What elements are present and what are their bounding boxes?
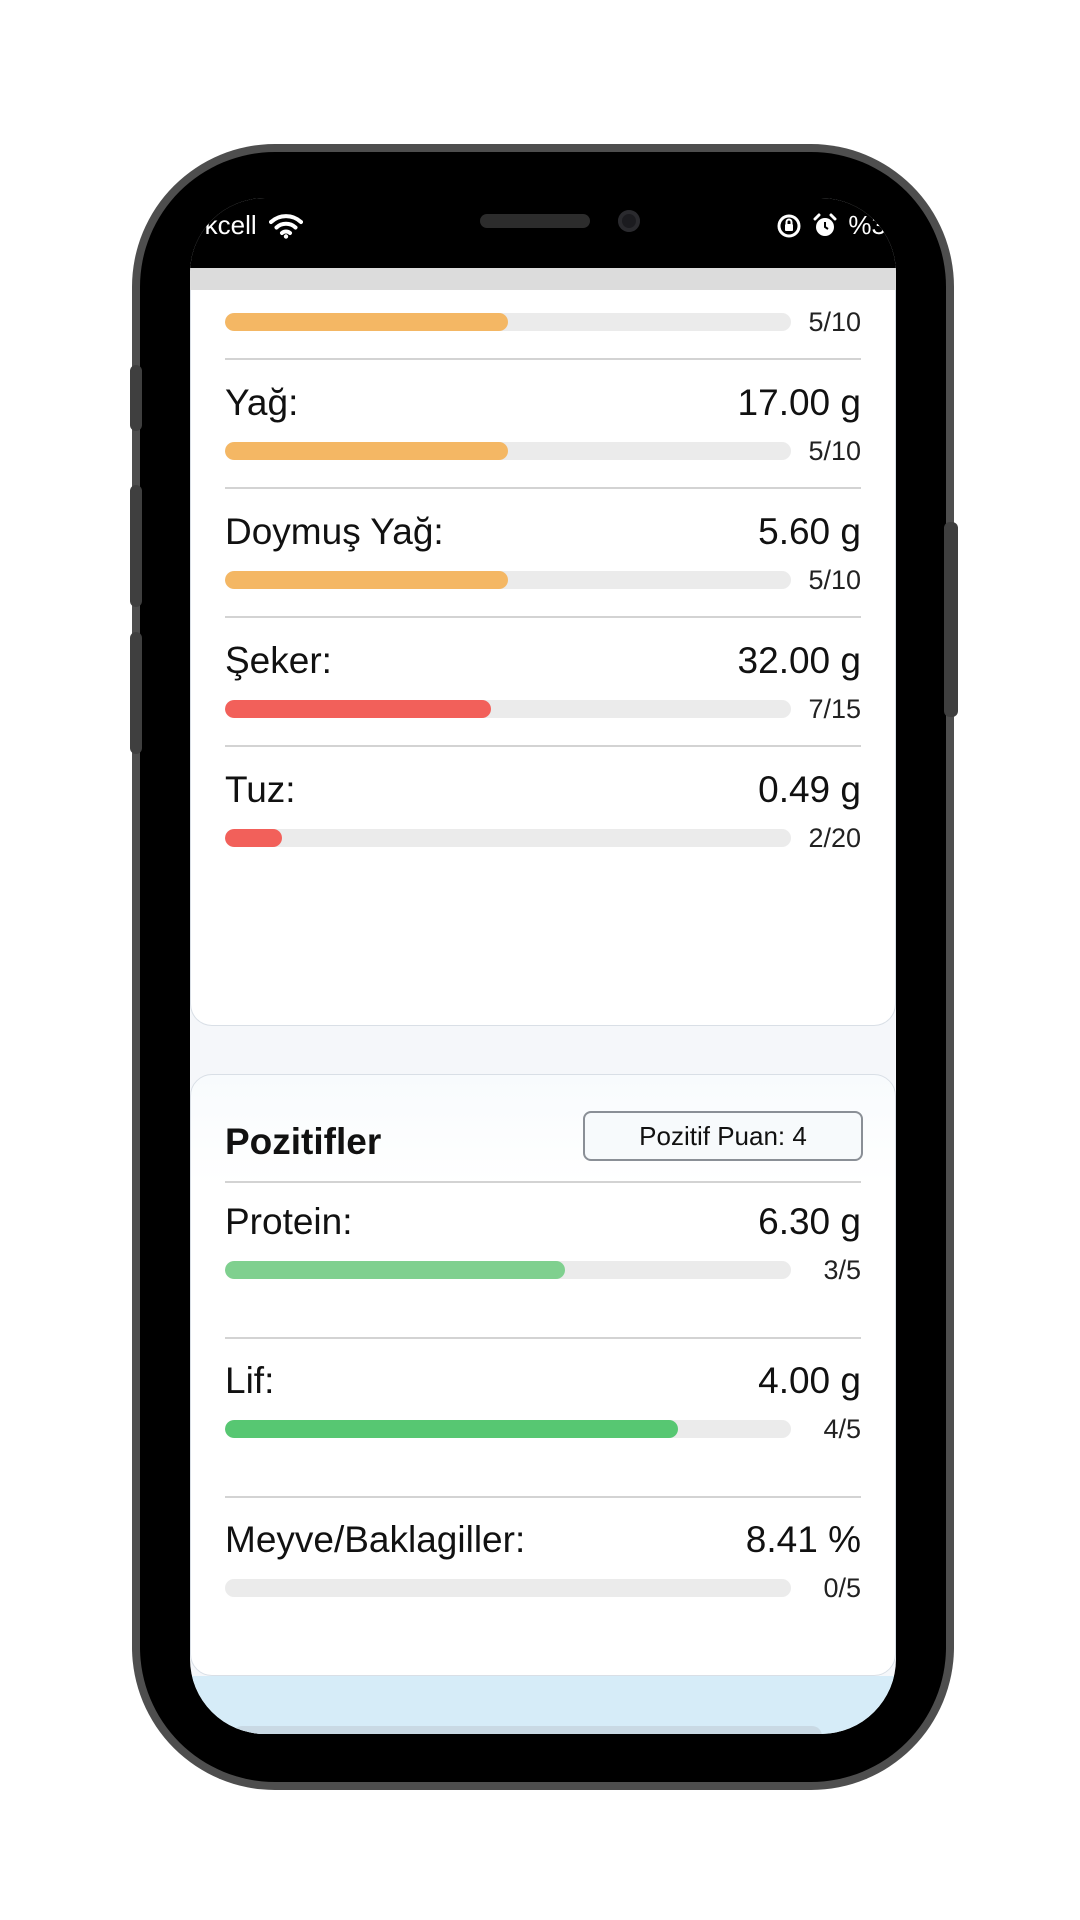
carrier-group: rkcell — [196, 210, 303, 241]
status-icons: %3 — [776, 210, 886, 241]
progress-track — [225, 1420, 791, 1438]
section-title: Pozitifler — [225, 1121, 382, 1162]
progress-track — [225, 442, 791, 460]
nutrient-label: Yağ: — [225, 382, 299, 423]
progress-fill — [225, 442, 508, 460]
nutrient-value: 0.49 g — [758, 769, 861, 810]
nutrient-label: Şeker: — [225, 640, 332, 681]
negatives-card: 5/10 Yağ: 17.00 g 5/10 Doymuş Yağ: 5.60 … — [190, 290, 896, 1026]
nutrient-label: Tuz: — [225, 769, 296, 810]
positives-card: Pozitifler Pozitif Puan: 4 Protein: 6.30… — [190, 1074, 896, 1676]
score-label: 4/5 — [823, 1413, 861, 1444]
volume-up-button — [130, 485, 142, 607]
nutrient-row-sugar: Şeker: 32.00 g — [225, 640, 861, 682]
score-label: 2/20 — [808, 822, 861, 853]
score-label: 5/10 — [808, 435, 861, 466]
nutrient-value: 8.41 % — [745, 1519, 861, 1560]
carrier-name: rkcell — [196, 210, 257, 240]
next-section-panel — [190, 1676, 896, 1734]
progress-row: 4/5 — [225, 1414, 861, 1444]
divider — [225, 487, 861, 489]
divider — [225, 616, 861, 618]
nutrient-row-salt: Tuz: 0.49 g — [225, 769, 861, 811]
divider — [225, 745, 861, 747]
progress-fill — [225, 1261, 565, 1279]
nutrient-value: 32.00 g — [737, 640, 861, 681]
power-button — [944, 522, 958, 717]
score-label: 3/5 — [823, 1254, 861, 1285]
progress-row: 5/10 — [225, 436, 861, 466]
progress-row: 5/10 — [225, 307, 861, 337]
nutrient-value: 5.60 g — [758, 511, 861, 552]
status-bar: rkcell %3 — [190, 198, 896, 268]
next-section-header — [232, 1726, 822, 1734]
front-camera — [618, 210, 640, 232]
mute-switch — [130, 365, 142, 431]
nutrient-label: Lif: — [225, 1360, 275, 1401]
divider — [225, 1181, 861, 1183]
progress-row: 5/10 — [225, 565, 861, 595]
progress-fill — [225, 829, 282, 847]
scroll-shade — [190, 268, 896, 290]
volume-down-button — [130, 632, 142, 754]
progress-fill — [225, 1420, 678, 1438]
nutrient-row-saturated-fat: Doymuş Yağ: 5.60 g — [225, 511, 861, 553]
nutrient-value: 4.00 g — [758, 1360, 861, 1401]
nutrient-value: 17.00 g — [737, 382, 861, 423]
score-label: 5/10 — [808, 564, 861, 595]
nutrient-label: Meyve/Baklagiller: — [225, 1519, 526, 1560]
rotation-lock-icon — [777, 214, 801, 237]
progress-track — [225, 1579, 791, 1597]
nutrient-row-fiber: Lif: 4.00 g — [225, 1360, 861, 1402]
divider — [225, 358, 861, 360]
nutrient-row-fat: Yağ: 17.00 g — [225, 382, 861, 424]
score-label: 7/15 — [808, 693, 861, 724]
positive-score-badge: Pozitif Puan: 4 — [583, 1111, 863, 1161]
nutrient-row-protein: Protein: 6.30 g — [225, 1201, 861, 1243]
progress-fill — [225, 571, 508, 589]
divider — [225, 1496, 861, 1498]
progress-track — [225, 700, 791, 718]
nutrient-label: Protein: — [225, 1201, 353, 1242]
progress-row: 7/15 — [225, 694, 861, 724]
score-label: 5/10 — [808, 306, 861, 337]
progress-row: 2/20 — [225, 823, 861, 853]
alarm-icon — [813, 213, 837, 236]
battery-percentage: %3 — [848, 210, 886, 240]
notch — [340, 198, 740, 254]
wifi-icon — [268, 213, 303, 239]
progress-track — [225, 829, 791, 847]
nutrient-value: 6.30 g — [758, 1201, 861, 1242]
speaker-grille — [480, 214, 590, 228]
phone-screen: rkcell %3 5/10 Yağ: 17.00 g 5/10 Doymuş … — [190, 198, 896, 1734]
progress-track — [225, 1261, 791, 1279]
progress-fill — [225, 313, 508, 331]
divider — [225, 1337, 861, 1339]
nutrient-label: Doymuş Yağ: — [225, 511, 444, 552]
progress-fill — [225, 700, 492, 718]
progress-track — [225, 313, 791, 331]
score-label: 0/5 — [823, 1572, 861, 1603]
nutrient-row-fruits-legumes: Meyve/Baklagiller: 8.41 % — [225, 1519, 861, 1561]
progress-row: 3/5 — [225, 1255, 861, 1285]
progress-row: 0/5 — [225, 1573, 861, 1603]
progress-track — [225, 571, 791, 589]
